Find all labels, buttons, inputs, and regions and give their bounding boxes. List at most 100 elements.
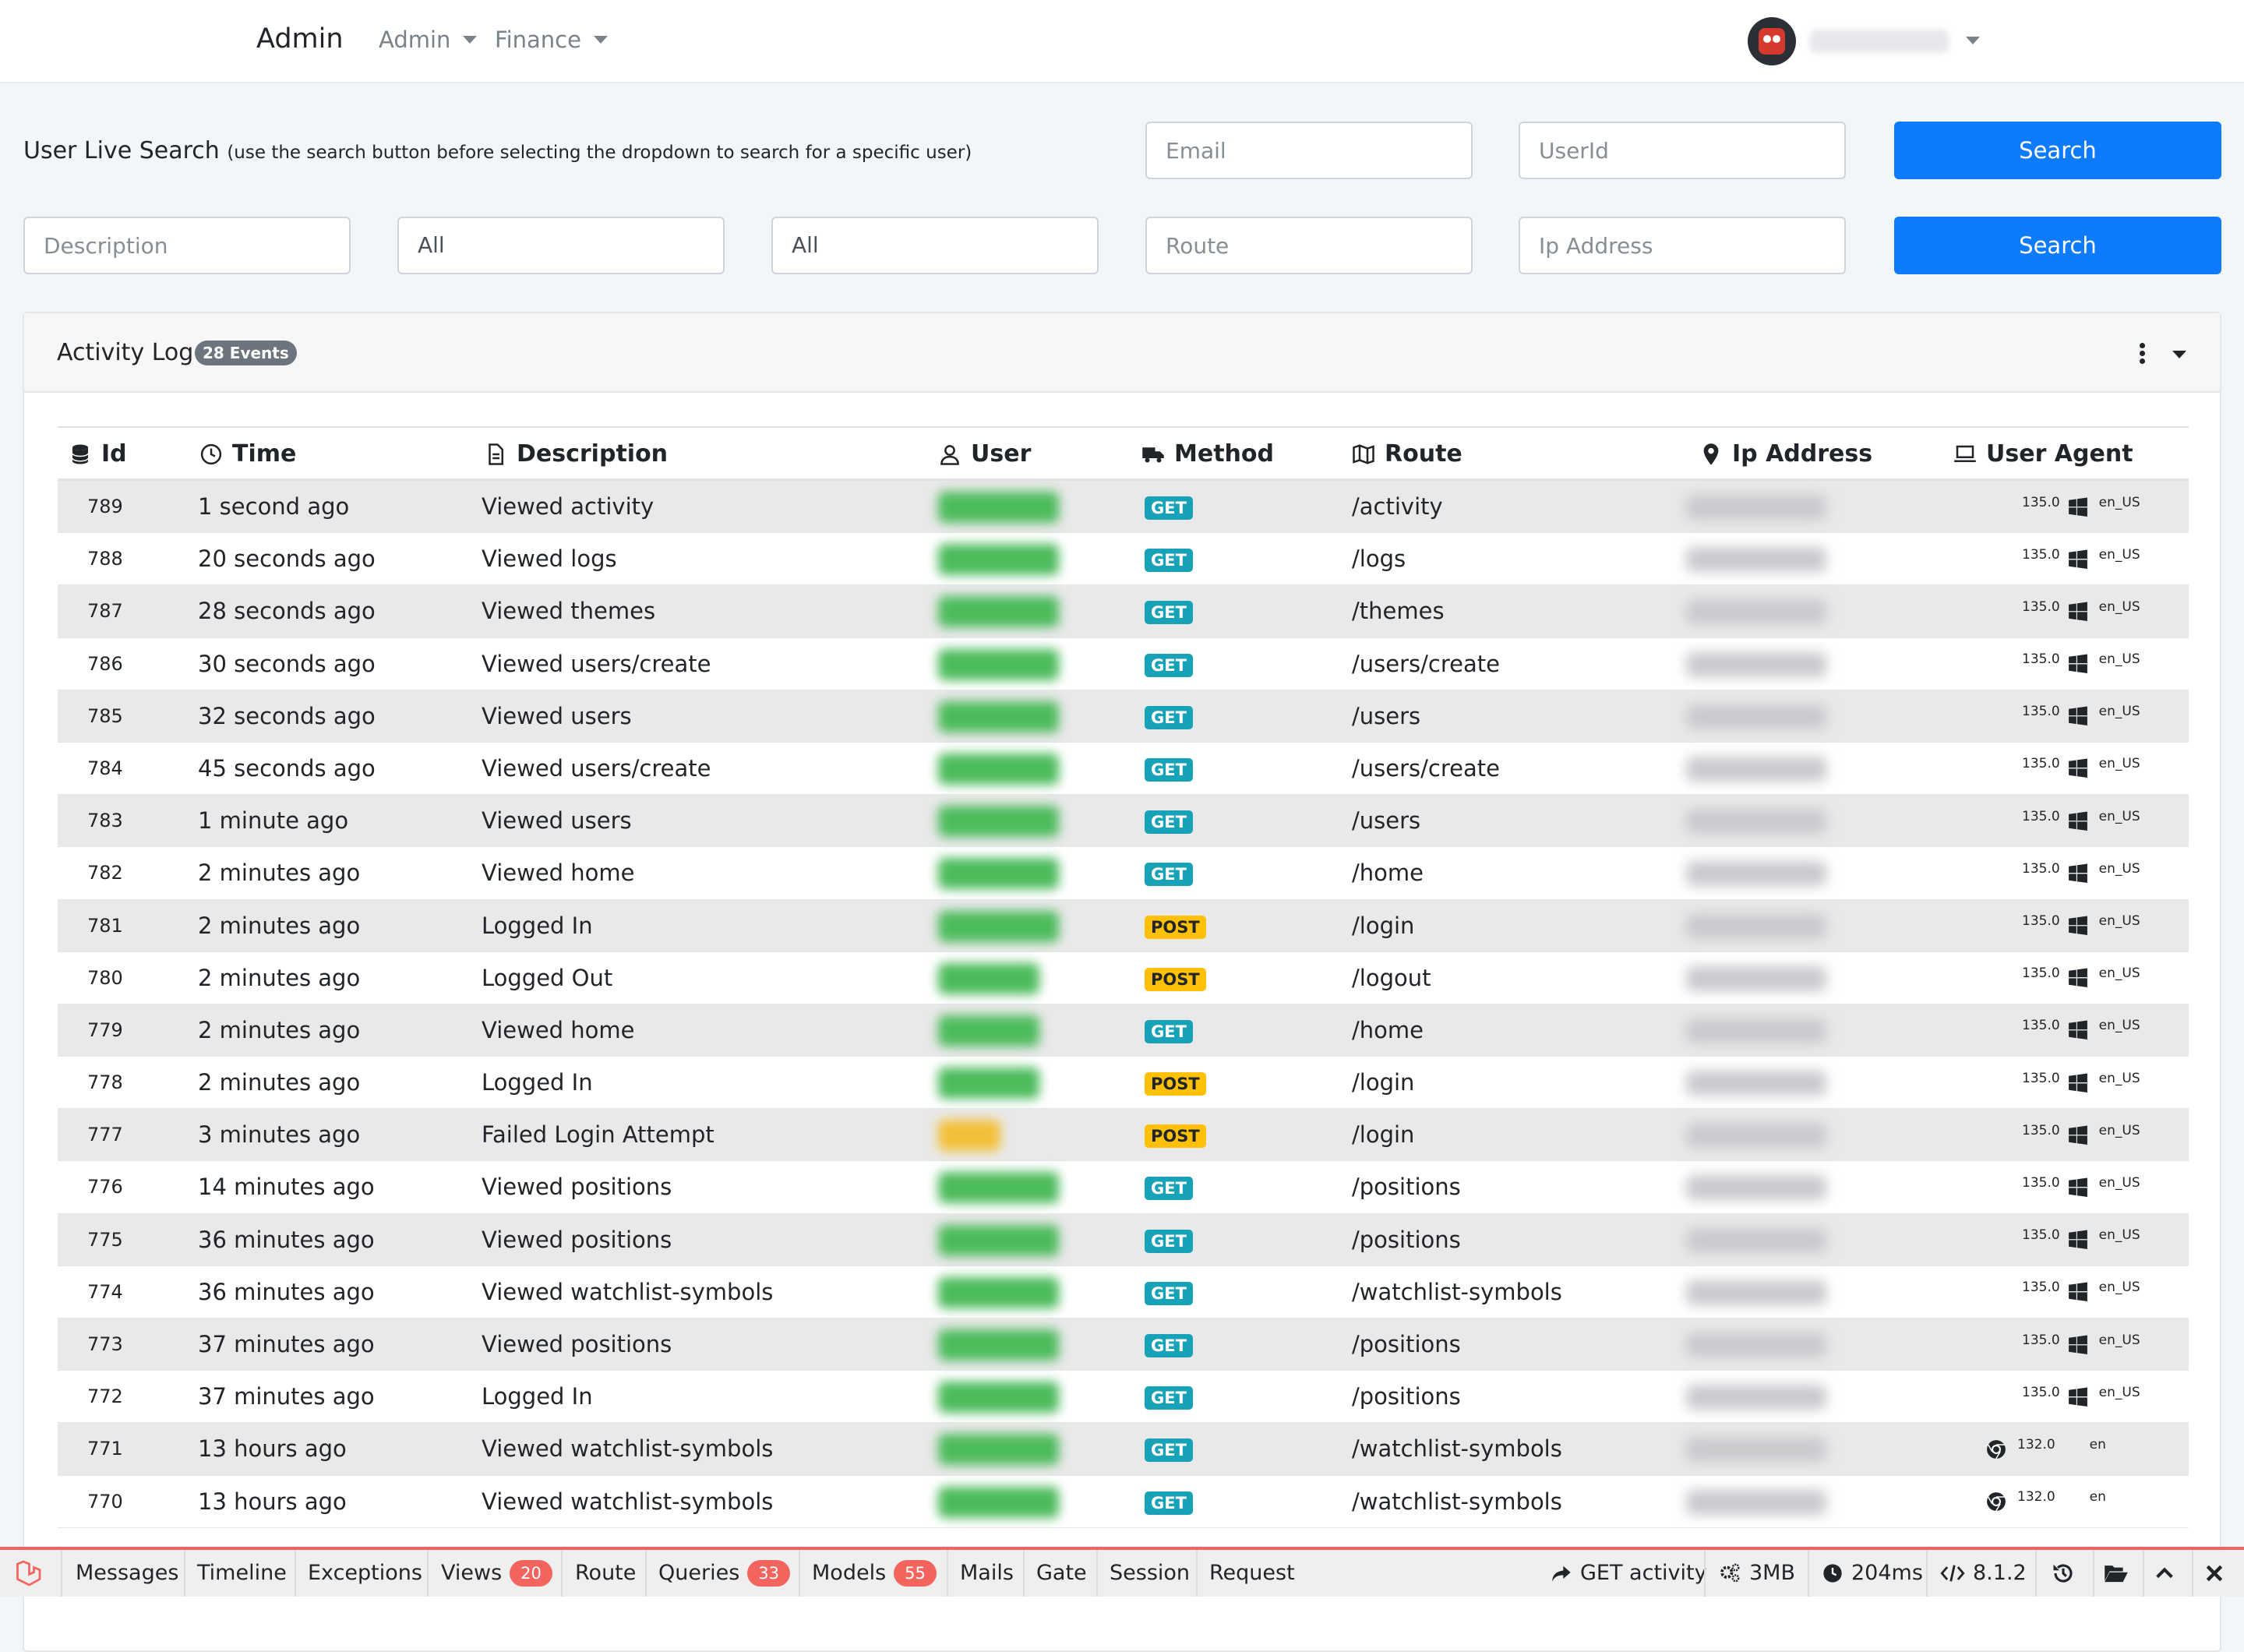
ua-version: 135.0 <box>2022 756 2060 772</box>
debug-tab-messages[interactable]: Messages <box>76 1550 178 1597</box>
table-row[interactable]: 771 13 hours ago Viewed watchlist-symbols G… <box>58 1423 2189 1476</box>
nav-menu-admin[interactable]: Admin <box>379 26 478 53</box>
debug-tab-request[interactable]: Request <box>1209 1550 1295 1597</box>
column-header-id[interactable]: Id <box>69 428 127 480</box>
user-menu-chevron-icon[interactable] <box>1966 37 1980 44</box>
cell-route: /login <box>1352 912 1415 939</box>
table-row[interactable]: 785 32 seconds ago Viewed users GET/users 13… <box>58 690 2189 743</box>
cell-route: /login <box>1352 1121 1415 1149</box>
table-row[interactable]: 779 2 minutes ago Viewed home GET/home 135.0… <box>58 1004 2189 1057</box>
debug-memory[interactable]: 3MB <box>1718 1550 1795 1597</box>
brand-title[interactable]: Admin <box>256 23 344 55</box>
ua-version: 135.0 <box>2022 860 2060 877</box>
table-row[interactable]: 777 3 minutes ago Failed Login Attempt POST… <box>58 1109 2189 1162</box>
table-row[interactable]: 772 37 minutes ago Logged In GET/positions 1… <box>58 1371 2189 1424</box>
debug-tab-queries[interactable]: Queries 33 <box>658 1550 790 1597</box>
debugbar: Messages Timeline Exceptions Views 20 Ro… <box>0 1547 2244 1597</box>
windows-icon <box>2068 1230 2088 1250</box>
windows-icon <box>2068 1335 2088 1355</box>
userid-input[interactable] <box>1519 122 1846 179</box>
debug-tab-views[interactable]: Views 20 <box>441 1550 552 1597</box>
ua-version: 135.0 <box>2022 704 2060 720</box>
column-header-ip[interactable]: Ip Address <box>1699 428 1872 480</box>
collapse-chevron-icon[interactable] <box>2172 351 2186 358</box>
windows-icon <box>2068 602 2088 622</box>
cell-id: 787 <box>87 600 123 623</box>
username-redacted[interactable] <box>1809 30 1949 53</box>
ip-address-input[interactable] <box>1519 217 1846 274</box>
close-icon[interactable] <box>2204 1550 2225 1597</box>
ua-language: en_US <box>2098 1332 2140 1348</box>
debug-tab-exceptions[interactable]: Exceptions <box>308 1550 422 1597</box>
column-header-user-agent[interactable]: User Agent <box>1953 428 2133 480</box>
debug-duration-value: 204ms <box>1851 1561 1923 1585</box>
table-row[interactable]: 770 13 hours ago Viewed watchlist-symbols G… <box>58 1476 2189 1528</box>
column-header-route[interactable]: Route <box>1352 428 1462 480</box>
column-header-time[interactable]: Time <box>199 428 296 480</box>
cell-user-redacted <box>938 806 1059 838</box>
table-row[interactable]: 783 1 minute ago Viewed users GET/users 135.… <box>58 795 2189 848</box>
cell-user-agent: 135.0 en_US <box>1986 1004 2140 1057</box>
cell-user-redacted <box>938 910 1059 942</box>
table-row[interactable]: 778 2 minutes ago Logged In POST/login 135.0… <box>58 1057 2189 1110</box>
table-row[interactable]: 775 36 minutes ago Viewed positions GET/pos… <box>58 1213 2189 1266</box>
debug-php-version[interactable]: 8.1.2 <box>1940 1550 2027 1597</box>
table-row[interactable]: 776 14 minutes ago Viewed positions GET/pos… <box>58 1161 2189 1214</box>
cell-route: /users/create <box>1352 754 1500 782</box>
column-header-method[interactable]: Method <box>1141 428 1274 480</box>
windows-icon <box>2068 1282 2088 1302</box>
cell-id: 772 <box>87 1385 123 1408</box>
cell-route: /users <box>1352 702 1421 729</box>
cell-description: Viewed users/create <box>482 650 711 677</box>
route-input[interactable] <box>1145 217 1473 274</box>
table-row[interactable]: 780 2 minutes ago Logged Out POST/logout 135… <box>58 952 2189 1004</box>
cell-description: Viewed activity <box>482 493 654 520</box>
windows-icon <box>2068 1073 2088 1093</box>
email-input[interactable] <box>1145 122 1473 179</box>
table-row[interactable]: 782 2 minutes ago Viewed home GET/home 135.0… <box>58 847 2189 900</box>
ua-language: en_US <box>2098 1070 2140 1086</box>
search-filters-button[interactable]: Search <box>1894 217 2221 274</box>
ua-language: en_US <box>2098 808 2140 824</box>
table-row[interactable]: 784 45 seconds ago Viewed users/create GET /… <box>58 743 2189 796</box>
more-options-icon[interactable] <box>2139 343 2145 365</box>
column-header-description[interactable]: Description <box>484 428 668 480</box>
debug-tab-timeline[interactable]: Timeline <box>197 1550 287 1597</box>
cell-user-redacted <box>938 596 1059 628</box>
chevron-up-icon[interactable] <box>2154 1550 2175 1597</box>
cell-time: 13 hours ago <box>198 1488 347 1515</box>
table-row[interactable]: 789 1 second ago Viewed activity GET/activi… <box>58 481 2189 534</box>
column-header-user[interactable]: User <box>938 428 1031 480</box>
debug-tab-gate[interactable]: Gate <box>1036 1550 1087 1597</box>
table-row[interactable]: 781 2 minutes ago Logged In POST/login 135.0… <box>58 899 2189 952</box>
folder-open-icon[interactable] <box>2104 1550 2129 1597</box>
table-row[interactable]: 773 37 minutes ago Viewed positions GET/pos… <box>58 1318 2189 1371</box>
column-label-description: Description <box>517 440 669 468</box>
debug-tab-session[interactable]: Session <box>1110 1550 1190 1597</box>
table-row[interactable]: 786 30 seconds ago Viewed users/create GET /… <box>58 638 2189 690</box>
cell-ip-redacted <box>1686 651 1826 677</box>
ua-version: 132.0 <box>2017 1436 2055 1453</box>
table-row[interactable]: 787 28 seconds ago Viewed themes GET/themes… <box>58 585 2189 638</box>
cell-time: 45 seconds ago <box>198 754 376 782</box>
cell-user-agent: 135.0 en_US <box>1986 1214 2140 1266</box>
debug-duration[interactable]: 204ms <box>1822 1550 1923 1597</box>
search-button[interactable]: Search <box>1894 122 2221 179</box>
description-input[interactable] <box>23 217 351 274</box>
cell-description: Failed Login Attempt <box>482 1121 714 1149</box>
filter-select-2[interactable]: All <box>771 217 1099 274</box>
nav-menu-finance[interactable]: Finance <box>495 26 608 53</box>
cell-user-redacted <box>938 492 1059 523</box>
avatar[interactable] <box>1748 17 1796 65</box>
history-icon[interactable] <box>2052 1550 2075 1597</box>
cell-ip-redacted <box>1686 756 1826 782</box>
cell-route: /positions <box>1352 1174 1461 1201</box>
debug-tab-mails[interactable]: Mails <box>960 1550 1014 1597</box>
debug-tab-models[interactable]: Models 55 <box>812 1550 937 1597</box>
filter-select-1[interactable]: All <box>397 217 725 274</box>
debug-request-info[interactable]: GET activity <box>1551 1550 1707 1597</box>
table-row[interactable]: 774 36 minutes ago Viewed watchlist-symbol… <box>58 1266 2189 1318</box>
debug-tab-route[interactable]: Route <box>575 1550 636 1597</box>
laravel-logo-icon[interactable] <box>14 1550 42 1597</box>
table-row[interactable]: 788 20 seconds ago Viewed logs GET/logs 135.… <box>58 533 2189 586</box>
